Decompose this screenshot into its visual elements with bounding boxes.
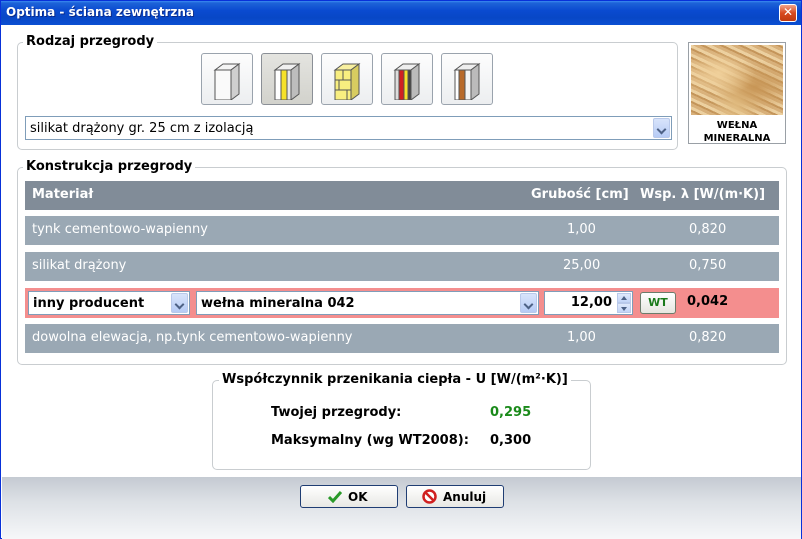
table-row[interactable]: silikat drążony 25,00 0,750 [25, 252, 779, 281]
wall-type-plain-button[interactable] [201, 53, 253, 105]
row-lambda: 0,750 [689, 258, 727, 273]
wall-brick-icon [333, 63, 361, 100]
row-lambda: 0,042 [687, 294, 729, 309]
material-select[interactable]: wełna mineralna 042 [196, 291, 539, 315]
ok-button-label: OK [348, 490, 368, 504]
layers-table-header: Materiał Grubość [cm] Wsp. λ [W/(m·K)] [25, 181, 779, 210]
wall-type-brick-button[interactable] [321, 53, 373, 105]
stepper-buttons[interactable] [617, 293, 631, 313]
ok-button[interactable]: OK [300, 485, 398, 508]
table-row-edit[interactable]: inny producent wełna mineralna 042 12,00… [25, 288, 779, 318]
row-grubosc: 1,00 [567, 330, 596, 345]
cancel-icon [422, 489, 437, 504]
wall-plain-icon [213, 63, 241, 100]
u-twoja-label: Twojej przegrody: [271, 405, 402, 420]
thickness-value: 12,00 [570, 295, 612, 310]
thumbnail-caption-line1: WEŁNA [716, 120, 758, 131]
wall-layered-icon [393, 63, 421, 100]
material-thumbnail: WEŁNA MINERALNA [688, 42, 786, 144]
u-max-value: 0,300 [490, 433, 532, 448]
thickness-stepper[interactable]: 12,00 [544, 291, 633, 315]
header-material: Materiał [32, 187, 94, 202]
wall-wood-icon [453, 63, 481, 100]
material-thumbnail-caption: WEŁNA MINERALNA [689, 119, 785, 145]
wall-type-select[interactable]: silikat drążony gr. 25 cm z izolacją [25, 116, 672, 140]
u-max-label: Maksymalny (wg WT2008): [271, 433, 469, 448]
row-material: silikat drążony [32, 258, 127, 273]
chevron-down-icon[interactable] [653, 118, 670, 138]
row-material: dowolna elewacja, np.tynk cementowo-wapi… [32, 330, 353, 345]
dialog-window: Optima - ściana zewnętrzna ✕ Rodzaj prze… [0, 0, 802, 539]
u-twoja-value: 0,295 [490, 405, 532, 420]
header-grubosc: Grubość [cm] [531, 187, 629, 202]
rodzaj-group-label: Rodzaj przegrody [23, 34, 158, 49]
row-lambda: 0,820 [689, 222, 727, 237]
wall-type-insulated-button[interactable] [261, 53, 313, 105]
dialog-footer [2, 477, 801, 539]
checkmark-icon [328, 491, 342, 503]
wall-insulated-icon [273, 63, 301, 100]
wall-type-layered-button[interactable] [381, 53, 433, 105]
thumbnail-caption-line2: MINERALNA [703, 133, 771, 144]
producer-select-value: inny producent [33, 296, 145, 311]
stepper-down-icon[interactable] [617, 303, 631, 313]
header-lambda: Wsp. λ [W/(m·K)] [640, 187, 766, 202]
material-select-value: wełna mineralna 042 [201, 296, 355, 311]
mineral-wool-texture [691, 45, 783, 115]
row-lambda: 0,820 [689, 330, 727, 345]
cancel-button[interactable]: Anuluj [406, 485, 504, 508]
producer-select[interactable]: inny producent [28, 291, 190, 315]
table-row[interactable]: dowolna elewacja, np.tynk cementowo-wapi… [25, 324, 779, 353]
close-button[interactable]: ✕ [779, 4, 797, 22]
wall-type-wood-button[interactable] [441, 53, 493, 105]
row-grubosc: 1,00 [567, 222, 596, 237]
title-bar[interactable]: Optima - ściana zewnętrzna ✕ [1, 1, 801, 25]
chevron-down-icon[interactable] [520, 293, 537, 313]
cancel-button-label: Anuluj [443, 490, 487, 504]
wspolczynnik-group-label: Współczynnik przenikania ciepła - U [W/(… [219, 372, 571, 387]
row-grubosc: 25,00 [563, 258, 601, 273]
row-material: tynk cementowo-wapienny [32, 222, 208, 237]
wall-type-select-value: silikat drążony gr. 25 cm z izolacją [30, 121, 254, 136]
window-title: Optima - ściana zewnętrzna [6, 5, 195, 19]
table-row[interactable]: tynk cementowo-wapienny 1,00 0,820 [25, 216, 779, 245]
konstrukcja-group-label: Konstrukcja przegrody [23, 159, 196, 174]
stepper-up-icon[interactable] [617, 293, 631, 303]
wspolczynnik-group [212, 380, 591, 470]
wt-button[interactable]: WT [640, 292, 676, 314]
chevron-down-icon[interactable] [171, 293, 188, 313]
